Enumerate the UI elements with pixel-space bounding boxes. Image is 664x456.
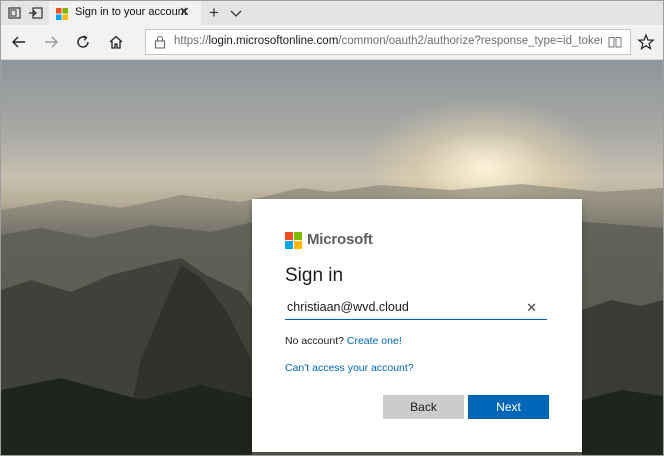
arrow-left-icon[interactable] — [11, 34, 27, 50]
no-account-text: No account? Create one! — [285, 335, 402, 347]
signin-card: Microsoft Sign in christiaan@wvd.cloud ✕… — [252, 199, 582, 452]
browser-window: Sign in to your account ✕ + https://logi… — [0, 0, 664, 456]
chevron-down-icon[interactable] — [229, 6, 243, 20]
reading-view-icon[interactable] — [608, 36, 622, 48]
tab-close-icon[interactable]: ✕ — [179, 5, 190, 19]
tab-preview-icon[interactable] — [28, 5, 44, 21]
microsoft-logo-icon — [285, 232, 302, 249]
clear-input-icon[interactable]: ✕ — [526, 300, 537, 316]
back-button[interactable]: Back — [383, 395, 464, 419]
page-background: Microsoft Sign in christiaan@wvd.cloud ✕… — [1, 60, 663, 455]
url-host: login.microsoftonline.com — [208, 35, 339, 47]
address-bar[interactable]: https://login.microsoftonline.com/common… — [145, 29, 631, 55]
navigation-toolbar: https://login.microsoftonline.com/common… — [1, 25, 663, 60]
new-tab-button[interactable]: + — [205, 3, 223, 23]
microsoft-favicon-icon — [56, 7, 68, 20]
url-scheme: https:// — [174, 35, 209, 47]
tab-strip: Sign in to your account ✕ + — [1, 1, 663, 25]
address-url: https://login.microsoftonline.com/common… — [174, 35, 602, 47]
cant-access-link[interactable]: Can't access your account? — [285, 362, 414, 374]
tab-title: Sign in to your account — [75, 6, 187, 18]
page-title: Sign in — [285, 265, 344, 286]
create-account-link[interactable]: Create one! — [347, 335, 402, 347]
brand-name: Microsoft — [307, 231, 373, 248]
no-account-label: No account? — [285, 335, 347, 347]
arrow-right-icon[interactable] — [43, 34, 59, 50]
email-value: christiaan@wvd.cloud — [287, 300, 409, 314]
email-field[interactable]: christiaan@wvd.cloud ✕ — [285, 298, 547, 320]
refresh-icon[interactable] — [75, 34, 91, 50]
tab-aside-icon[interactable] — [7, 5, 23, 21]
next-button[interactable]: Next — [468, 395, 549, 419]
star-icon[interactable] — [637, 33, 655, 51]
lock-icon — [154, 35, 166, 49]
url-path: /common/oauth2/authorize?response_type=i… — [338, 35, 602, 47]
home-icon[interactable] — [108, 34, 124, 50]
